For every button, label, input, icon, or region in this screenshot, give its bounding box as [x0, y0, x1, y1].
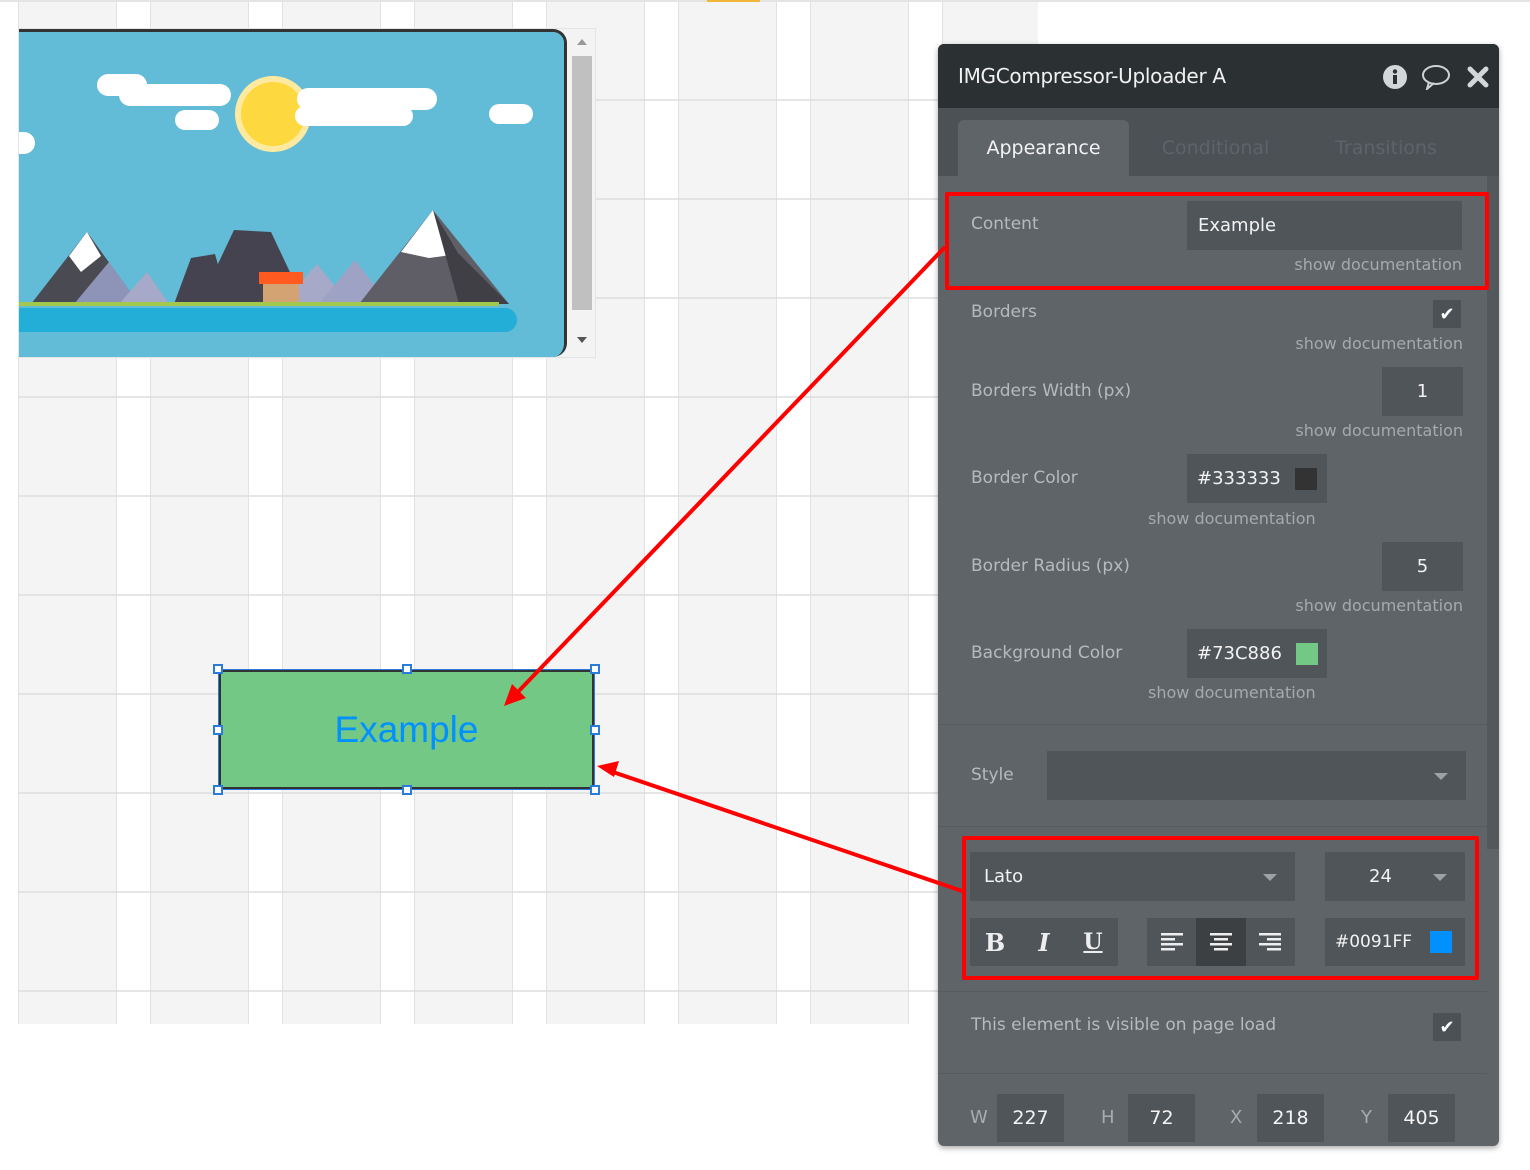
landscape-illustration — [19, 32, 564, 357]
height-label: H — [1101, 1107, 1115, 1128]
resize-handle-top-left[interactable] — [213, 664, 223, 674]
width-label: W — [970, 1107, 988, 1128]
tab-appearance[interactable]: Appearance — [958, 120, 1129, 176]
width-input[interactable]: 227 — [997, 1094, 1064, 1142]
content-highlight-box — [945, 192, 1489, 290]
background-color-picker[interactable]: #73C886 — [1187, 629, 1327, 678]
chevron-down-icon — [1434, 773, 1448, 780]
grid-row-line — [18, 891, 1038, 893]
border-color-value: #333333 — [1197, 468, 1281, 489]
scroll-up-icon[interactable] — [577, 39, 587, 45]
font-settings-highlight-box — [962, 836, 1479, 980]
landscape-image — [19, 29, 567, 357]
border-color-show-documentation[interactable]: show documentation — [1148, 509, 1316, 528]
y-label: Y — [1361, 1107, 1372, 1128]
panel-header[interactable]: IMGCompressor-Uploader A — [938, 44, 1499, 108]
section-divider — [938, 724, 1487, 725]
resize-handle-top[interactable] — [402, 664, 412, 674]
visible-on-load-label: This element is visible on page load — [971, 1015, 1277, 1035]
border-radius-label: Border Radius (px) — [971, 556, 1130, 576]
height-input[interactable]: 72 — [1128, 1094, 1195, 1142]
border-color-label: Border Color — [971, 468, 1078, 488]
border-color-swatch — [1294, 467, 1317, 490]
style-label: Style — [971, 765, 1014, 785]
background-color-label: Background Color — [971, 643, 1123, 663]
resize-handle-bottom-right[interactable] — [590, 785, 600, 795]
section-divider — [938, 991, 1487, 992]
grid-row-line — [18, 792, 1038, 794]
grid-column — [678, 2, 777, 1024]
scroll-down-icon[interactable] — [577, 337, 587, 343]
background-color-value: #73C886 — [1197, 643, 1282, 664]
borders-width-input[interactable]: 1 — [1382, 367, 1463, 416]
checkmark-icon: ✔ — [1439, 1016, 1455, 1038]
section-divider — [938, 1073, 1487, 1074]
background-color-show-documentation[interactable]: show documentation — [1148, 683, 1316, 702]
borders-width-label: Borders Width (px) — [971, 381, 1132, 401]
tab-conditional[interactable]: Conditional — [1143, 120, 1288, 176]
image-uploader-element[interactable] — [18, 28, 596, 358]
info-icon[interactable] — [1382, 64, 1408, 90]
grid-column — [810, 2, 909, 1024]
grid-row-line — [18, 990, 1038, 992]
borders-checkbox[interactable]: ✔ — [1433, 300, 1461, 328]
tab-transitions[interactable]: Transitions — [1316, 120, 1456, 176]
resize-handle-bottom-left[interactable] — [213, 785, 223, 795]
borders-label: Borders — [971, 302, 1037, 322]
background-color-swatch — [1295, 642, 1318, 665]
resize-handle-right[interactable] — [590, 725, 600, 735]
resize-handle-bottom[interactable] — [402, 785, 412, 795]
style-dropdown[interactable] — [1047, 751, 1466, 800]
grid-row-line — [18, 396, 1038, 398]
border-color-picker[interactable]: #333333 — [1187, 454, 1327, 503]
example-text: Example — [334, 708, 479, 750]
editor-stage: Example IMGCompressor-Uploader A Appeara… — [0, 0, 1530, 1170]
grid-row-line — [18, 495, 1038, 497]
image-scrollbar[interactable] — [571, 29, 595, 357]
comment-icon[interactable] — [1420, 64, 1452, 90]
panel-title: IMGCompressor-Uploader A — [958, 64, 1226, 88]
example-text-element[interactable]: Example — [213, 664, 600, 795]
x-input[interactable]: 218 — [1257, 1094, 1324, 1142]
resize-handle-left[interactable] — [213, 725, 223, 735]
y-input[interactable]: 405 — [1388, 1094, 1455, 1142]
borders-width-show-documentation[interactable]: show documentation — [1295, 421, 1463, 440]
border-radius-show-documentation[interactable]: show documentation — [1295, 596, 1463, 615]
panel-tabs: Appearance Conditional Transitions — [938, 108, 1499, 176]
section-divider — [938, 826, 1487, 827]
resize-handle-top-right[interactable] — [590, 664, 600, 674]
scrollbar-thumb[interactable] — [572, 56, 592, 310]
borders-show-documentation[interactable]: show documentation — [1295, 334, 1463, 353]
close-icon[interactable] — [1466, 64, 1490, 90]
grid-row-line — [18, 594, 1038, 596]
checkmark-icon: ✔ — [1439, 303, 1455, 325]
visible-on-load-checkbox[interactable]: ✔ — [1433, 1013, 1461, 1041]
border-radius-input[interactable]: 5 — [1382, 542, 1463, 591]
x-label: X — [1230, 1107, 1243, 1128]
